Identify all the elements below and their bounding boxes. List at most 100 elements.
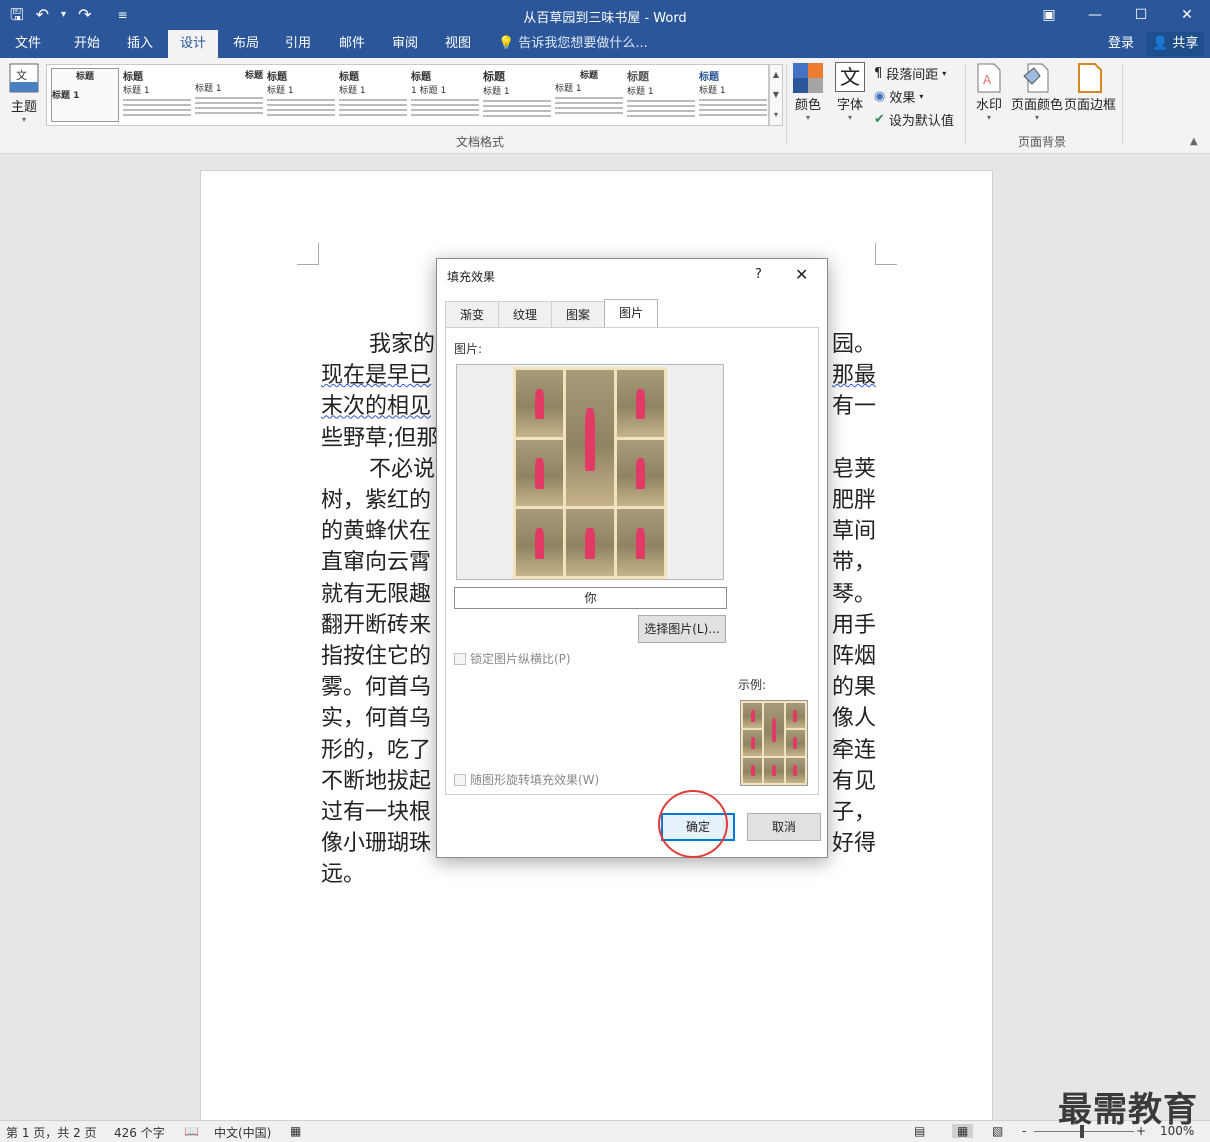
style-set-item[interactable]: 标题 标题 1: [195, 68, 263, 122]
gallery-up-icon[interactable]: ▲: [770, 65, 782, 85]
print-layout-icon[interactable]: ▦: [952, 1124, 974, 1138]
style-set-title: 标题: [483, 70, 505, 83]
text-line: 现在是早已: [321, 363, 432, 389]
group-separator: [786, 64, 787, 144]
style-set-item[interactable]: 标题 标题 1: [699, 68, 767, 122]
tab-home[interactable]: 开始: [60, 30, 114, 58]
themes-button[interactable]: 文 主题 ▾: [6, 62, 42, 124]
rotate-with-shape-checkbox[interactable]: 随图形旋转填充效果(W): [454, 771, 599, 788]
word-count[interactable]: 426 个字: [114, 1124, 165, 1141]
style-set-gallery: 标题 标题 1 标题 标题 1 标题 标题 1 标题 标题 1 标题 标题 1 …: [46, 64, 769, 126]
text-line: 那最: [831, 363, 876, 389]
rotate-with-shape-label: 随图形旋转填充效果(W): [470, 773, 600, 787]
collage-photo: [743, 703, 763, 729]
checkmark-icon: ✔: [874, 112, 885, 127]
close-icon[interactable]: ✕: [795, 265, 808, 284]
collapse-ribbon-icon[interactable]: ▲: [1190, 136, 1198, 147]
svg-text:A: A: [983, 73, 992, 87]
lock-aspect-checkbox[interactable]: 锁定图片纵横比(P): [454, 650, 571, 667]
style-set-item[interactable]: 标题 标题 1: [339, 68, 407, 122]
picture-label: 图片:: [454, 342, 483, 356]
tab-file[interactable]: 文件: [0, 30, 56, 58]
tab-design[interactable]: 设计: [168, 30, 218, 58]
text-line: 子，: [831, 800, 876, 826]
proofing-icon[interactable]: 📖: [184, 1124, 199, 1138]
share-button[interactable]: 👤 共享: [1146, 32, 1205, 56]
zoom-slider[interactable]: [1034, 1131, 1134, 1132]
close-window-icon[interactable]: ✕: [1164, 0, 1210, 30]
style-set-title: 标题: [627, 70, 649, 83]
text-line: 的黄蜂伏在: [321, 519, 432, 545]
tab-references[interactable]: 引用: [272, 30, 324, 58]
page-color-button[interactable]: 页面颜色 ▾: [1010, 62, 1064, 122]
design-ribbon: 文 主题 ▾ 标题 标题 1 标题 标题 1 标题 标题 1 标题 标题 1 标…: [0, 58, 1210, 154]
style-set-title: 标题: [244, 71, 263, 81]
text-line: 好得: [831, 831, 876, 857]
select-picture-button[interactable]: 选择图片(L)...: [638, 615, 726, 643]
gallery-down-icon[interactable]: ▼: [770, 85, 782, 105]
maximize-icon[interactable]: ☐: [1118, 0, 1164, 30]
tab-view[interactable]: 视图: [432, 30, 484, 58]
document-formatting-group-label: 文档格式: [456, 135, 505, 149]
minimize-icon[interactable]: —: [1072, 0, 1118, 30]
paragraph-spacing-button[interactable]: ¶ 段落间距 ▾: [874, 64, 946, 83]
style-set-item[interactable]: 标题 标题 1: [123, 68, 191, 122]
style-set-title: 标题: [579, 71, 598, 81]
page-count[interactable]: 第 1 页，共 2 页: [6, 1124, 97, 1141]
collage-photo: [616, 439, 664, 507]
page-color-label: 页面颜色: [1010, 98, 1063, 113]
fonts-button[interactable]: 文 字体 ▾: [832, 62, 868, 122]
style-set-item[interactable]: 标题 标题 1: [267, 68, 335, 122]
text-line: 有一: [831, 394, 876, 420]
tab-mailings[interactable]: 邮件: [326, 30, 378, 58]
style-set-item[interactable]: 标题 标题 1: [555, 68, 623, 122]
set-as-default-button[interactable]: ✔ 设为默认值: [874, 110, 954, 129]
style-set-item[interactable]: 标题 1 标题 1: [411, 68, 479, 122]
cancel-button[interactable]: 取消: [747, 813, 821, 841]
style-set-item[interactable]: 标题 标题 1: [483, 68, 551, 122]
tab-gradient[interactable]: 渐变: [445, 301, 500, 327]
zoom-out-button[interactable]: -: [1022, 1124, 1026, 1138]
colors-button[interactable]: 颜色 ▾: [790, 62, 826, 122]
page-borders-label: 页面边框: [1064, 98, 1117, 113]
tab-pattern[interactable]: 图案: [551, 301, 606, 327]
dialog-tabs: 渐变 纹理 图案 图片: [445, 299, 659, 327]
tab-layout[interactable]: 布局: [220, 30, 272, 58]
watermark-icon: A: [977, 63, 1001, 93]
ribbon-display-options-icon[interactable]: ▣: [1026, 0, 1072, 30]
gallery-scroll[interactable]: ▲ ▼ ▾: [769, 64, 783, 126]
tell-me-search[interactable]: 💡 告诉我您想要做什么...: [498, 30, 648, 58]
effects-button[interactable]: ◉ 效果 ▾: [874, 87, 923, 106]
web-layout-icon[interactable]: ▧: [992, 1124, 1003, 1138]
lock-aspect-label: 锁定图片纵横比(P): [470, 652, 571, 666]
read-mode-icon[interactable]: ▤: [914, 1124, 925, 1138]
tab-picture[interactable]: 图片: [604, 299, 659, 327]
photo-collage-image: [513, 367, 667, 579]
title-bar: 🖫 ↶ ▾ ↷ ≡ 从百草园到三味书屋 - Word ▣ — ☐ ✕: [0, 0, 1210, 30]
text-line: 带，: [831, 550, 876, 576]
tell-me-text: 告诉我您想要做什么...: [518, 36, 648, 51]
checkbox-box[interactable]: [454, 652, 466, 665]
fonts-icon: 文: [835, 62, 865, 92]
collage-photo: [566, 509, 614, 576]
margin-corner-mark: [297, 243, 319, 265]
language-indicator[interactable]: 中文(中国): [214, 1124, 271, 1141]
sign-in-link[interactable]: 登录: [1108, 30, 1134, 58]
text-line: 形的，吃了: [321, 737, 432, 763]
tab-insert[interactable]: 插入: [114, 30, 166, 58]
style-set-title: 标题: [267, 72, 287, 83]
gallery-more-icon[interactable]: ▾: [770, 105, 782, 125]
page-borders-icon: [1078, 63, 1102, 93]
tab-review[interactable]: 审阅: [380, 30, 430, 58]
watermark-button[interactable]: A 水印 ▾: [972, 62, 1006, 122]
text-line: 肥胖: [831, 488, 876, 514]
tab-texture[interactable]: 纹理: [498, 301, 553, 327]
macro-icon[interactable]: ▦: [290, 1124, 301, 1138]
text-line: 指按住它的: [321, 644, 432, 670]
style-set-item[interactable]: 标题 标题 1: [627, 68, 695, 122]
page-borders-button[interactable]: 页面边框: [1064, 62, 1116, 113]
help-icon[interactable]: ?: [755, 267, 762, 282]
checkbox-box[interactable]: [454, 773, 466, 786]
style-set-item[interactable]: 标题 标题 1: [51, 68, 119, 122]
text-line: 就有无限趣: [321, 581, 432, 607]
